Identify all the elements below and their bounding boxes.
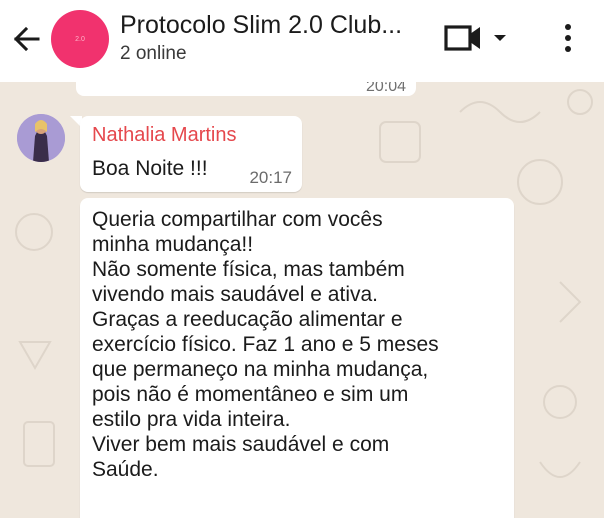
message-line: exercício físico. Faz 1 ano e 5 meses bbox=[92, 333, 439, 356]
video-camera-icon bbox=[444, 25, 480, 51]
message-bubble[interactable]: Nathalia Martins Boa Noite !!! 20:17 bbox=[80, 116, 302, 192]
group-avatar-text: 2.0 bbox=[75, 35, 85, 43]
message-line: minha mudança!! bbox=[92, 233, 254, 256]
message-text: Boa Noite !!! bbox=[92, 157, 208, 180]
message-line: estilo pra vida inteira. bbox=[92, 408, 291, 431]
caret-down-icon bbox=[494, 35, 506, 41]
online-status: 2 online bbox=[120, 43, 187, 64]
chat-area[interactable]: 20:04 Nathalia Martins Boa Noite !!! 20:… bbox=[0, 82, 604, 518]
sender-avatar[interactable] bbox=[17, 114, 65, 162]
back-arrow-icon[interactable] bbox=[8, 24, 48, 54]
message-line: vivendo mais saudável e ativa. bbox=[92, 283, 378, 306]
message-line: Queria compartilhar com vocês bbox=[92, 208, 383, 231]
more-vertical-icon[interactable] bbox=[558, 20, 578, 56]
previous-message-time: 20:04 bbox=[365, 82, 406, 95]
group-title[interactable]: Protocolo Slim 2.0 Club... bbox=[120, 11, 402, 40]
chat-header: 2.0 Protocolo Slim 2.0 Club... 2 online bbox=[0, 0, 604, 82]
message-line: Saúde. bbox=[92, 458, 159, 481]
message-line: Viver bem mais saudável e com bbox=[92, 433, 390, 456]
previous-message-bubble[interactable]: 20:04 bbox=[76, 82, 416, 96]
group-avatar[interactable]: 2.0 bbox=[51, 10, 109, 68]
message-line: Não somente física, mas também bbox=[92, 258, 405, 281]
message-bubble[interactable]: Queria compartilhar com vocês minha muda… bbox=[80, 198, 514, 518]
video-call-button[interactable] bbox=[444, 21, 514, 55]
message-text: Queria compartilhar com vocês minha muda… bbox=[92, 207, 439, 482]
sender-name[interactable]: Nathalia Martins bbox=[92, 124, 237, 147]
message-line: pois não é momentâneo e sim um bbox=[92, 383, 409, 406]
message-time: 20:17 bbox=[249, 168, 292, 187]
message-line: Graças a reeducação alimentar e bbox=[92, 308, 403, 331]
message-line: que permaneço na minha mudança, bbox=[92, 358, 429, 381]
